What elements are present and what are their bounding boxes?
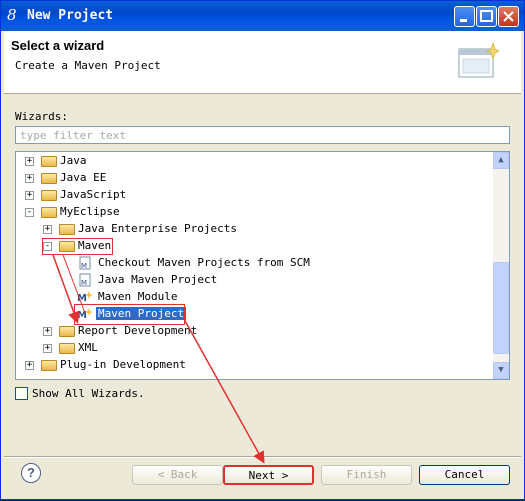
minimize-button[interactable] [454, 6, 475, 27]
tree-scrollbar[interactable]: ▲ ▼ [493, 152, 509, 379]
tree-item-label: JavaScript [60, 188, 127, 201]
wizard-header: Select a wizard Create a Maven Project [4, 31, 521, 94]
folder-icon [41, 360, 57, 371]
window-title: New Project [27, 8, 114, 23]
tree-item-label: Java Enterprise Projects [78, 222, 237, 235]
maximize-button[interactable] [476, 6, 497, 27]
maven-module-icon: M [77, 291, 93, 304]
tree-item-label: XML [78, 341, 98, 354]
tree-item-label: Report Development [78, 324, 198, 337]
folder-icon [59, 326, 75, 337]
svg-text:M: M [81, 279, 87, 287]
back-button[interactable]: < Back [132, 465, 223, 485]
eclipse-icon: 8 [7, 6, 17, 24]
expand-icon[interactable]: + [25, 361, 34, 370]
collapse-icon[interactable]: - [25, 208, 34, 217]
finish-button[interactable]: Finish [321, 465, 412, 485]
new-project-dialog: 8 New Project Select a wizard Create a M… [0, 0, 525, 500]
java-maven-icon: M [79, 273, 91, 287]
expand-icon[interactable]: + [25, 157, 34, 166]
folder-icon [59, 224, 75, 235]
tree-item-label: Maven Module [98, 290, 178, 303]
show-all-wizards-label: Show All Wizards. [32, 387, 145, 400]
folder-open-icon [41, 207, 57, 218]
header-description: Create a Maven Project [15, 59, 161, 72]
annotation-box-maven-project [74, 304, 185, 325]
tree-item-label: Checkout Maven Projects from SCM [98, 256, 310, 269]
expand-icon[interactable]: + [25, 174, 34, 183]
tree-item-label: Java EE [60, 171, 107, 184]
expand-icon[interactable]: + [43, 327, 52, 336]
title-bar[interactable]: 8 New Project [1, 1, 524, 31]
expand-icon[interactable]: + [43, 225, 52, 234]
expand-icon[interactable]: + [25, 191, 34, 200]
wizards-label: Wizards: [15, 110, 68, 123]
expand-icon[interactable]: + [43, 344, 52, 353]
folder-icon [59, 343, 75, 354]
close-button[interactable] [498, 6, 519, 27]
scroll-thumb[interactable] [493, 262, 509, 354]
show-all-wizards-checkbox[interactable] [15, 387, 28, 400]
scroll-up-icon[interactable]: ▲ [493, 152, 509, 169]
header-title: Select a wizard [11, 38, 105, 53]
button-separator [4, 456, 521, 458]
help-icon[interactable]: ? [21, 463, 41, 483]
tree-item-label: MyEclipse [60, 205, 120, 218]
next-button[interactable]: Next > [223, 465, 314, 485]
tree-item-label: Java [60, 154, 87, 167]
scroll-down-icon[interactable]: ▼ [493, 362, 509, 379]
tree-item-label: Plug-in Development [60, 358, 186, 371]
annotation-box-maven [42, 238, 113, 255]
wizard-banner-icon [458, 42, 499, 78]
svg-text:M: M [81, 262, 87, 270]
folder-icon [41, 190, 57, 201]
maven-checkout-icon: M [79, 256, 91, 270]
folder-icon [41, 173, 57, 184]
cancel-button[interactable]: Cancel [419, 465, 510, 485]
folder-icon [41, 156, 57, 167]
filter-input[interactable] [15, 126, 510, 144]
svg-text:M: M [77, 293, 87, 304]
tree-item-label: Java Maven Project [98, 273, 218, 286]
wizard-tree[interactable]: + Java + Java EE + JavaScript - MyEclips… [15, 151, 510, 380]
